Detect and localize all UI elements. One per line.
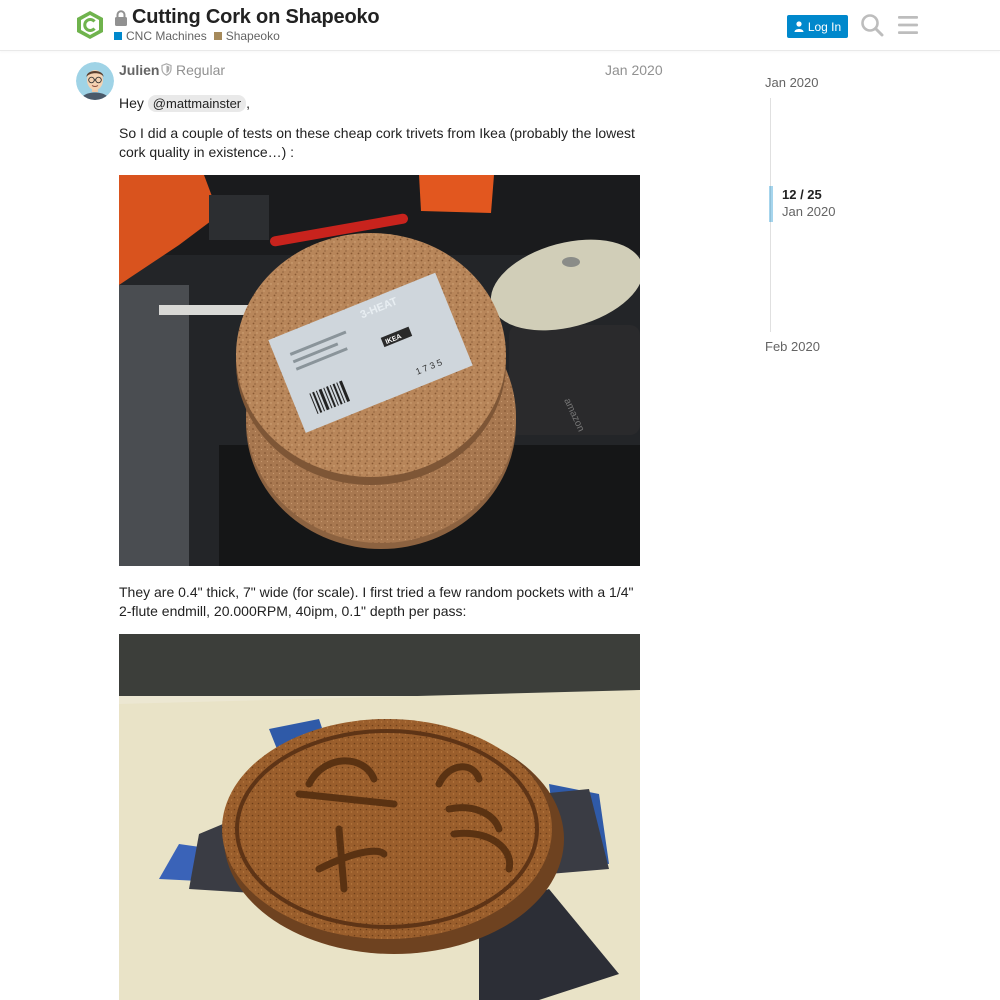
carved-cork-photo[interactable] (119, 634, 640, 1000)
login-label: Log In (807, 19, 842, 34)
category-label: Shapeoko (225, 29, 280, 43)
timeline-handle[interactable] (769, 186, 773, 222)
login-button[interactable]: Log In (787, 15, 848, 38)
search-icon[interactable] (860, 13, 884, 37)
category-label: CNC Machines (126, 29, 207, 43)
category-color-swatch (114, 32, 122, 40)
post-date[interactable]: Jan 2020 (605, 62, 663, 78)
hamburger-menu-icon[interactable] (896, 13, 920, 37)
timeline-end-date[interactable]: Feb 2020 (765, 339, 820, 354)
site-logo-icon[interactable] (76, 10, 104, 40)
category-list: CNC Machines Shapeoko (114, 29, 280, 43)
greeting-line: Hey @mattmainster, (119, 94, 250, 113)
avatar[interactable] (76, 62, 114, 100)
site-header: Cutting Cork on Shapeoko CNC Machines Sh… (0, 0, 1000, 51)
greeting-text: Hey (119, 95, 144, 111)
greeting-suffix: , (246, 95, 251, 111)
user-icon (794, 21, 804, 32)
lock-icon (115, 10, 127, 26)
timeline-position-date: Jan 2020 (782, 204, 836, 219)
cork-trivets-photo[interactable]: amazon 3-HEAT IKEA 1 7 3 5 (119, 175, 640, 566)
post-username[interactable]: Julien (119, 62, 159, 78)
timeline-position: 12 / 25 (782, 187, 822, 202)
category-badge-cnc-machines[interactable]: CNC Machines (114, 29, 207, 43)
timeline-start-date[interactable]: Jan 2020 (765, 75, 819, 90)
category-badge-shapeoko[interactable]: Shapeoko (213, 29, 280, 43)
paragraph-2: They are 0.4" thick, 7" wide (for scale)… (119, 584, 634, 619)
user-mention[interactable]: @mattmainster (147, 95, 247, 112)
category-color-swatch (213, 32, 222, 40)
topic-title[interactable]: Cutting Cork on Shapeoko (132, 6, 380, 29)
shield-icon (161, 63, 172, 76)
paragraph-1: So I did a couple of tests on these chea… (119, 125, 635, 160)
user-title: Regular (176, 62, 226, 78)
